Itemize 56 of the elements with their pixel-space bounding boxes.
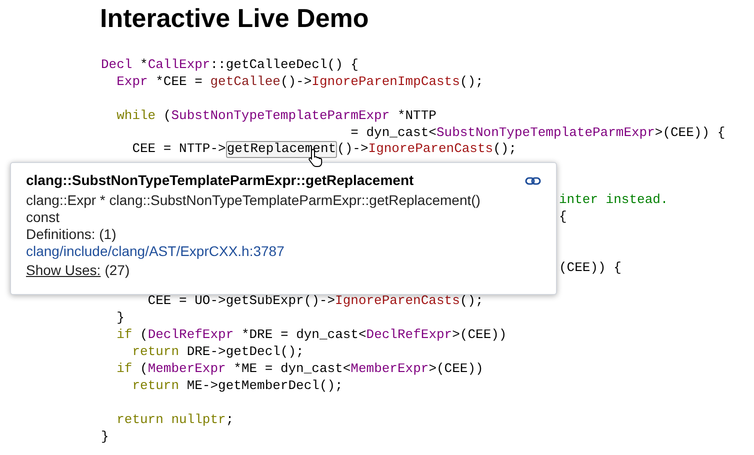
hovered-identifier[interactable]: getReplacement <box>226 141 338 158</box>
code-token: DeclRefExpr <box>366 327 452 344</box>
code-token: >(CEE)) { <box>654 124 726 142</box>
code-token: (); <box>460 74 484 91</box>
code-token: SubstNonTypeTemplateParmExpr <box>171 108 390 125</box>
code-token: ( <box>139 361 148 378</box>
code-token: while <box>116 108 156 125</box>
code-token: (CEE)) { <box>559 260 622 277</box>
code-token: SubstNonTypeTemplateParmExpr <box>436 124 655 142</box>
code-token: >(CEE)) <box>452 327 507 344</box>
code-token: * <box>139 57 148 74</box>
code-token: return nullptr <box>116 412 226 429</box>
code-token: ( <box>162 108 172 125</box>
uses-count: (27) <box>104 262 130 279</box>
code-token: MemberExpr <box>148 361 226 378</box>
page-title: Interactive Live Demo <box>100 2 369 34</box>
code-token: Decl <box>101 57 132 74</box>
code-token: MemberExpr <box>350 361 429 378</box>
code-token: { <box>559 209 567 226</box>
code-token: if <box>116 327 132 344</box>
code-token: DRE->getDecl(); <box>186 344 304 362</box>
code-token: >(CEE)) <box>428 361 484 378</box>
code-token: ( <box>139 327 148 344</box>
code-token: ::getCalleeDecl() { <box>210 57 358 74</box>
code-token: *CEE = <box>154 74 204 91</box>
code-token: CallExpr <box>148 57 210 74</box>
code-token: if <box>116 361 132 378</box>
definition-link[interactable]: clang/include/clang/AST/ExprCXX.h:3787 <box>26 243 284 260</box>
code-token: = dyn_cast< <box>350 124 436 142</box>
code-token: IgnoreParenImpCasts <box>312 74 460 91</box>
code-token: DeclRefExpr <box>148 327 234 344</box>
code-token: IgnoreParenCasts <box>335 293 460 310</box>
tooltip-title: clang::SubstNonTypeTemplateParmExpr::getReplacement <box>26 172 414 189</box>
code-token: IgnoreParenCasts <box>368 141 494 158</box>
code-token: *ME = dyn_cast< <box>232 361 351 378</box>
code-token: return <box>131 378 180 395</box>
function-signature: clang::Expr * clang::SubstNonTypeTemplateParmExpr::getReplacement() const <box>26 192 482 226</box>
show-uses-link[interactable]: Show Uses: <box>26 262 101 279</box>
code-token: return <box>131 344 180 362</box>
code-token: ME->getMemberDecl(); <box>186 378 343 395</box>
code-token: ()-> <box>337 141 368 158</box>
link-icon[interactable] <box>525 176 541 184</box>
code-token: } <box>101 428 109 446</box>
code-comment: inter instead. <box>559 192 668 210</box>
code-token: getCallee <box>210 74 280 91</box>
definitions-label: Definitions: (1) <box>26 226 118 243</box>
code-token: CEE = NTTP-> <box>131 141 226 158</box>
code-token: *DRE = dyn_cast< <box>240 327 366 344</box>
code-token: (); <box>460 293 484 310</box>
code-token: ; <box>226 412 234 429</box>
code-token: (); <box>493 141 516 158</box>
code-token: Expr <box>116 74 148 91</box>
code-token: *NTTP <box>396 108 436 125</box>
code-token: } <box>116 310 124 328</box>
code-token: CEE = UO->getSubExpr()-> <box>146 293 336 310</box>
code-token: ()-> <box>280 74 312 91</box>
